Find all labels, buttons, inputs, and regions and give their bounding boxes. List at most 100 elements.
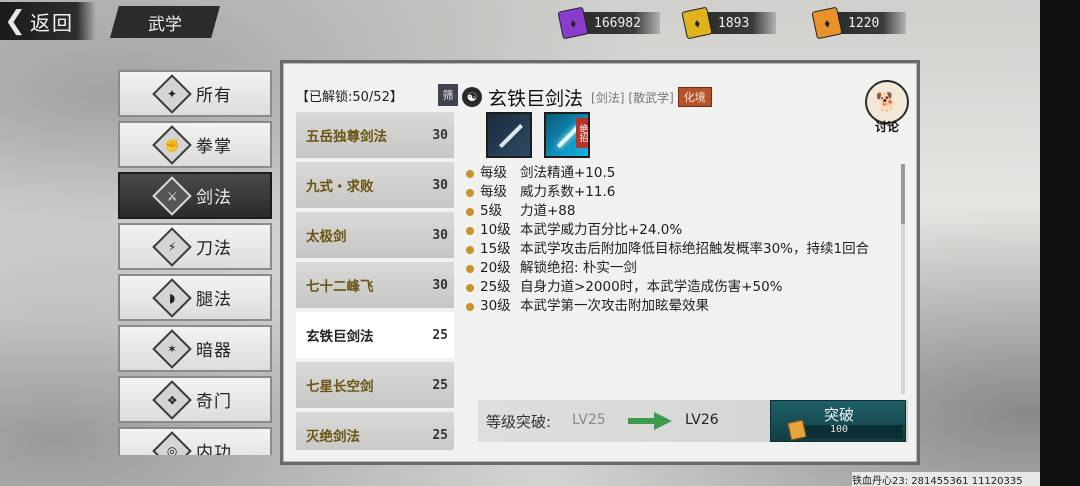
category-label: 剑法 bbox=[196, 188, 232, 208]
next-level: LV26 bbox=[685, 412, 719, 428]
effect-text: 剑法精通+10.5 bbox=[520, 165, 616, 181]
skill-list-item[interactable]: 玄铁巨剑法 25 bbox=[296, 312, 454, 358]
currency-orange[interactable]: ⬧ 1220 bbox=[811, 6, 906, 40]
effects-list: 每级 剑法精通+10.5 每级 威力系数+11.6 5级 力道+88 10级 本武学威力百分比… bbox=[464, 164, 900, 394]
back-label: 返回 bbox=[30, 10, 74, 35]
bullet-icon bbox=[466, 246, 474, 254]
effect-level: 25级 bbox=[480, 279, 511, 295]
currency-gold[interactable]: ⬧ 1893 bbox=[681, 6, 776, 40]
skill-list-item[interactable]: 五岳独尊剑法 30 bbox=[296, 112, 454, 158]
unlock-count: 【已解锁:50/52】 bbox=[296, 89, 403, 105]
fist-icon: ✊ bbox=[152, 124, 192, 165]
effect-row: 30级 本武学第一次攻击附加眩晕效果 bbox=[464, 297, 900, 316]
category-all[interactable]: ✦ 所有 bbox=[118, 70, 272, 117]
ultimate-skill-icon[interactable]: 绝招 bbox=[544, 112, 590, 158]
skill-list-item[interactable]: 九式・求败 30 bbox=[296, 162, 454, 208]
tag-class: [散武学] bbox=[628, 90, 674, 105]
category-sword[interactable]: ⚔ 剑法 bbox=[118, 172, 272, 219]
skill-list-item[interactable]: 七星长空剑 25 bbox=[296, 362, 454, 408]
category-label: 拳掌 bbox=[196, 137, 232, 157]
category-shuriken[interactable]: ✶ 暗器 bbox=[118, 325, 272, 372]
effect-text: 自身力道>2000时，本武学造成伤害+50% bbox=[520, 279, 783, 295]
tag-rank: 化境 bbox=[677, 87, 712, 107]
all-icon: ✦ bbox=[152, 73, 192, 114]
breakthrough-label: 等级突破: bbox=[486, 413, 552, 431]
category-fist[interactable]: ✊ 拳掌 bbox=[118, 121, 272, 168]
inner-icon: ◎ bbox=[152, 430, 192, 455]
skill-list-item[interactable]: 太极剑 30 bbox=[296, 212, 454, 258]
category-inner[interactable]: ◎ 内功 bbox=[118, 427, 272, 455]
effect-row: 每级 威力系数+11.6 bbox=[464, 183, 900, 202]
effect-level: 5级 bbox=[480, 203, 503, 219]
scroll-icon: ❖ bbox=[152, 379, 192, 420]
discuss-button[interactable]: 🐕 讨论 bbox=[862, 80, 912, 136]
skill-items: 五岳独尊剑法 30 九式・求败 30 太极剑 30 七十二峰飞 30 玄铁巨剑法 25 七星长空剑 2… bbox=[296, 112, 458, 450]
bullet-icon bbox=[466, 227, 474, 235]
unlock-header: 【已解锁:50/52】 筛 bbox=[296, 82, 458, 108]
skill-list-item[interactable]: 七十二峰飞 30 bbox=[296, 262, 454, 308]
effect-text: 本武学攻击后附加降低目标绝招触发概率30%，持续1回合 bbox=[520, 241, 870, 257]
effects-scrollbar[interactable] bbox=[901, 164, 905, 394]
back-arrow-icon: ❮ bbox=[4, 6, 26, 36]
sword-skill-icon[interactable] bbox=[486, 112, 532, 158]
ultimate-tag: 绝招 bbox=[576, 118, 588, 148]
icon-glyph: ❖ bbox=[166, 392, 178, 407]
bullet-icon bbox=[466, 303, 474, 311]
skill-title: 玄铁巨剑法 bbox=[488, 87, 584, 110]
currency-value: 166982 bbox=[594, 15, 641, 31]
category-list: ✦ 所有 ✊ 拳掌 ⚔ 剑法 ⚡ 刀法 ◗ 腿法 ✶ 暗器 ❖ 奇门 ◎ 内功 bbox=[118, 70, 278, 455]
icon-glyph: ⚡ bbox=[167, 239, 177, 254]
skill-list-item[interactable]: 灭绝剑法 25 bbox=[296, 412, 454, 450]
skill-level: 30 bbox=[432, 277, 448, 293]
shuriken-icon: ✶ bbox=[152, 328, 192, 369]
back-button[interactable]: ❮ 返回 bbox=[0, 2, 96, 40]
filter-button[interactable]: 筛 bbox=[438, 84, 458, 106]
skill-level: 30 bbox=[432, 127, 448, 143]
detail-title-row: ☯ 玄铁巨剑法 [剑法] [散武学] 化境 bbox=[462, 84, 712, 110]
effect-level: 30级 bbox=[480, 298, 511, 314]
section-title: 武学 bbox=[110, 6, 220, 38]
blade-shape bbox=[498, 123, 524, 149]
skill-name: 灭绝剑法 bbox=[306, 429, 360, 445]
effect-text: 本武学第一次攻击附加眩晕效果 bbox=[520, 298, 709, 314]
currency-value: 1893 bbox=[718, 15, 750, 31]
top-bar: ❮ 返回 武学 ⬧ 166982 ⬧ 1893 ⬧ 1220 bbox=[0, 0, 1040, 44]
icon-glyph: ✊ bbox=[164, 137, 180, 152]
scroll-thumb[interactable] bbox=[901, 164, 905, 224]
icon-glyph: ✶ bbox=[166, 341, 178, 356]
effect-level: 15级 bbox=[480, 241, 511, 257]
effect-level: 每级 bbox=[480, 184, 507, 200]
category-blade[interactable]: ⚡ 刀法 bbox=[118, 223, 272, 270]
effect-text: 本武学威力百分比+24.0% bbox=[520, 222, 683, 238]
effect-row: 每级 剑法精通+10.5 bbox=[464, 164, 900, 183]
skill-name: 七十二峰飞 bbox=[306, 279, 374, 295]
effect-text: 威力系数+11.6 bbox=[520, 184, 616, 200]
category-scroll[interactable]: ❖ 奇门 bbox=[118, 376, 272, 423]
bullet-icon bbox=[466, 189, 474, 197]
category-label: 暗器 bbox=[196, 341, 232, 361]
effect-row: 25级 自身力道>2000时，本武学造成伤害+50% bbox=[464, 278, 900, 297]
category-kick[interactable]: ◗ 腿法 bbox=[118, 274, 272, 321]
currency-purple[interactable]: ⬧ 166982 bbox=[557, 6, 660, 40]
skill-level: 25 bbox=[432, 377, 448, 393]
bullet-icon bbox=[466, 170, 474, 178]
currency-value: 1220 bbox=[848, 15, 880, 31]
watermark: 铁血丹心23: 281455361 11120335 bbox=[852, 472, 1040, 486]
martial-style-icon: ☯ bbox=[462, 87, 482, 107]
skill-level: 30 bbox=[432, 177, 448, 193]
icon-glyph: ⚔ bbox=[166, 188, 178, 203]
breakthrough-button[interactable]: 突破 100 bbox=[770, 400, 906, 442]
icon-glyph: ◎ bbox=[166, 443, 178, 455]
orange-ticket-icon: ⬧ bbox=[811, 6, 843, 40]
effect-row: 15级 本武学攻击后附加降低目标绝招触发概率30%，持续1回合 bbox=[464, 240, 900, 259]
effect-level: 20级 bbox=[480, 260, 511, 276]
effect-level: 每级 bbox=[480, 165, 507, 181]
category-label: 刀法 bbox=[196, 239, 232, 259]
effect-level: 10级 bbox=[480, 222, 511, 238]
skill-name: 五岳独尊剑法 bbox=[306, 129, 387, 145]
arrow-right-icon bbox=[628, 412, 672, 430]
skill-level: 25 bbox=[432, 327, 448, 343]
purple-ticket-icon: ⬧ bbox=[557, 6, 589, 40]
effect-row: 5级 力道+88 bbox=[464, 202, 900, 221]
tag-type: [剑法] bbox=[591, 90, 625, 105]
